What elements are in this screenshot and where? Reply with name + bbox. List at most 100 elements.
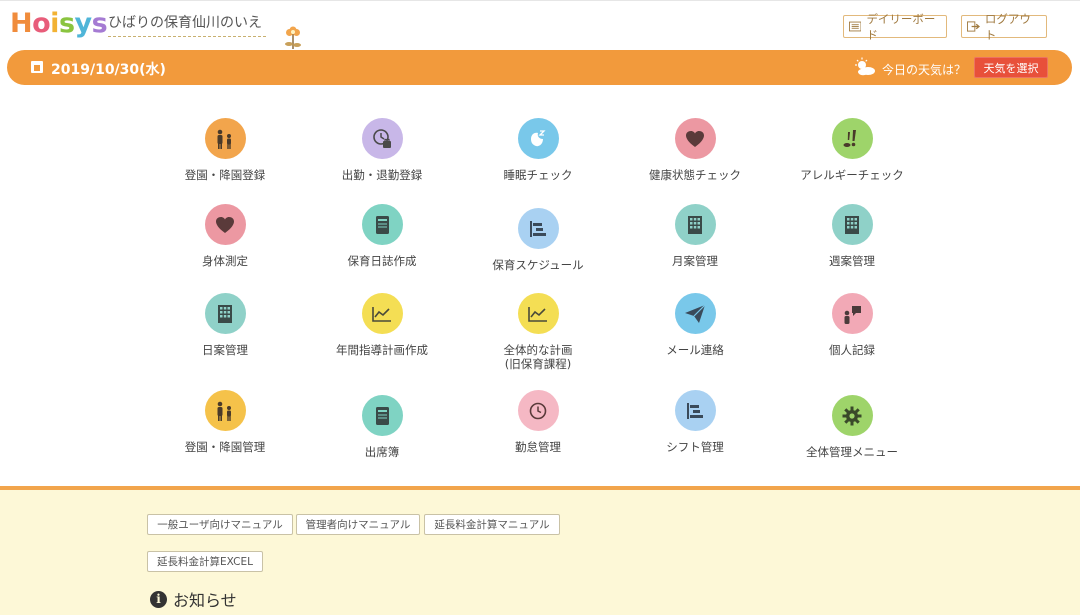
menu-item-label: 週案管理 bbox=[829, 254, 875, 268]
manuals-section: 一般ユーザ向けマニュアル 管理者向けマニュアル 延長料金計算マニュアル 延長料金… bbox=[0, 490, 1080, 615]
menu-item[interactable]: 出席簿 bbox=[317, 395, 447, 459]
logo-letter: o bbox=[32, 8, 51, 39]
general-user-manual-button[interactable]: 一般ユーザ向けマニュアル bbox=[147, 514, 293, 535]
heart-icon bbox=[216, 216, 234, 233]
menu-item[interactable]: 身体測定 bbox=[160, 204, 290, 268]
gear-icon bbox=[842, 406, 862, 425]
menu-item[interactable]: アレルギーチェック bbox=[787, 118, 917, 182]
notice-heading: i お知らせ bbox=[150, 587, 237, 611]
menu-item[interactable]: 年間指導計画作成 bbox=[317, 293, 447, 357]
menu-item-label: 身体測定 bbox=[202, 254, 248, 268]
menu-item[interactable]: 睡眠チェック bbox=[473, 118, 603, 182]
sleep-icon bbox=[531, 129, 546, 146]
header: Hoisys ひばりの保育仙川のいえ デイリーボード ログアウト bbox=[0, 0, 1080, 49]
logo-letter: s bbox=[91, 8, 108, 39]
notebook-icon bbox=[376, 215, 389, 234]
extension-fee-excel-button[interactable]: 延長料金計算EXCEL bbox=[147, 551, 263, 572]
notebook-icon bbox=[376, 406, 389, 425]
menu-icon-circle bbox=[517, 293, 559, 334]
chart-icon bbox=[528, 306, 547, 322]
schedule-icon bbox=[687, 402, 703, 419]
menu-item[interactable]: 出勤・退勤登録 bbox=[317, 118, 447, 182]
logout-label: ログアウト bbox=[984, 11, 1031, 42]
facility-name: ひばりの保育仙川のいえ bbox=[108, 12, 266, 37]
menu-icon-circle bbox=[674, 118, 716, 159]
chart-icon bbox=[372, 306, 391, 322]
current-date: 2019/10/30(水) bbox=[51, 62, 166, 78]
menu-item[interactable]: 保育スケジュール bbox=[473, 208, 603, 272]
menu-icon-circle bbox=[674, 204, 716, 245]
menu-item[interactable]: シフト管理 bbox=[630, 390, 760, 454]
select-weather-button[interactable]: 天気を選択 bbox=[974, 57, 1048, 78]
menu-icon-circle bbox=[831, 204, 873, 245]
paper-plane-icon bbox=[685, 304, 706, 323]
logo-letter: i bbox=[50, 8, 59, 39]
clock-bag-icon bbox=[373, 128, 391, 148]
extension-fee-manual-button[interactable]: 延長料金計算マニュアル bbox=[424, 514, 560, 535]
partly-cloudy-icon bbox=[855, 57, 875, 76]
date-bar: 2019/10/30(水) 今日の天気は？ 天気を選択 bbox=[7, 50, 1072, 85]
menu-item-label: 保育日誌作成 bbox=[347, 254, 417, 268]
menu-item-label: 出席簿 bbox=[364, 445, 400, 459]
allergy-icon bbox=[843, 129, 856, 147]
clock-icon bbox=[529, 402, 547, 419]
admin-manual-button[interactable]: 管理者向けマニュアル bbox=[296, 514, 420, 535]
building-icon bbox=[688, 215, 702, 234]
hoisys-logo[interactable]: Hoisys bbox=[10, 8, 108, 39]
menu-icon-circle bbox=[831, 293, 873, 334]
logo-letter: y bbox=[74, 8, 93, 39]
menu-item-label: 勤怠管理 bbox=[515, 440, 561, 454]
menu-item-label: 出勤・退勤登録 bbox=[341, 168, 423, 182]
menu-item[interactable]: 全体的な計画 (旧保育課程) bbox=[473, 293, 603, 371]
menu-item[interactable]: メール連絡 bbox=[630, 293, 760, 357]
menu-icon-circle bbox=[361, 118, 403, 159]
menu-item[interactable]: 週案管理 bbox=[787, 204, 917, 268]
menu-item[interactable]: 健康状態チェック bbox=[630, 118, 760, 182]
family-icon bbox=[217, 129, 231, 149]
flower-icon bbox=[285, 26, 301, 49]
menu-item[interactable]: 月案管理 bbox=[630, 204, 760, 268]
menu-icon-circle bbox=[204, 293, 246, 334]
menu-icon-circle bbox=[831, 395, 873, 436]
menu-item-label: 睡眠チェック bbox=[503, 168, 573, 182]
schedule-icon bbox=[530, 220, 546, 237]
menu-icon-circle bbox=[361, 204, 403, 245]
menu-icon-circle bbox=[517, 118, 559, 159]
menu-item[interactable]: 全体管理メニュー bbox=[787, 395, 917, 459]
menu-item-label: 登園・降園管理 bbox=[184, 440, 266, 454]
menu-item-label: 登園・降園登録 bbox=[184, 168, 266, 182]
menu-icon-circle bbox=[204, 390, 246, 431]
menu-icon-circle bbox=[204, 204, 246, 245]
menu-item[interactable]: 日案管理 bbox=[160, 293, 290, 357]
menu-item-label: 健康状態チェック bbox=[649, 168, 741, 182]
menu-item-label: 月案管理 bbox=[672, 254, 718, 268]
menu-item[interactable]: 登園・降園管理 bbox=[160, 390, 290, 454]
daily-board-label: デイリーボード bbox=[866, 11, 936, 42]
menu-icon-circle bbox=[674, 293, 716, 334]
menu-item-label: 全体管理メニュー bbox=[806, 445, 898, 459]
menu-item-label: アレルギーチェック bbox=[800, 168, 904, 182]
building-icon bbox=[218, 304, 232, 323]
menu-item-label: 日案管理 bbox=[202, 343, 248, 357]
menu-icon-circle bbox=[831, 118, 873, 159]
notice-title: お知らせ bbox=[173, 591, 237, 610]
menu-item[interactable]: 個人記録 bbox=[787, 293, 917, 357]
daily-board-button[interactable]: デイリーボード bbox=[843, 12, 947, 42]
logout-button[interactable]: ログアウト bbox=[961, 12, 1047, 42]
logout-icon bbox=[967, 21, 980, 32]
logo-letter: s bbox=[58, 8, 75, 39]
menu-item[interactable]: 勤怠管理 bbox=[473, 390, 603, 454]
menu-item[interactable]: 登園・降園登録 bbox=[160, 118, 290, 182]
menu-item[interactable]: 保育日誌作成 bbox=[317, 204, 447, 268]
menu-icon-circle bbox=[517, 390, 559, 431]
menu-icon-circle bbox=[361, 293, 403, 334]
menu-item-label: 個人記録 bbox=[829, 343, 875, 357]
weather-prompt: 今日の天気は？ bbox=[882, 63, 967, 77]
menu-icon-circle bbox=[204, 118, 246, 159]
heart-icon bbox=[686, 130, 704, 147]
menu-item-label: 年間指導計画作成 bbox=[336, 343, 428, 357]
logo-letter: H bbox=[10, 8, 33, 39]
person-speech-icon bbox=[844, 305, 861, 324]
menu-item-label: 保育スケジュール bbox=[492, 258, 584, 272]
family-icon bbox=[217, 401, 231, 421]
